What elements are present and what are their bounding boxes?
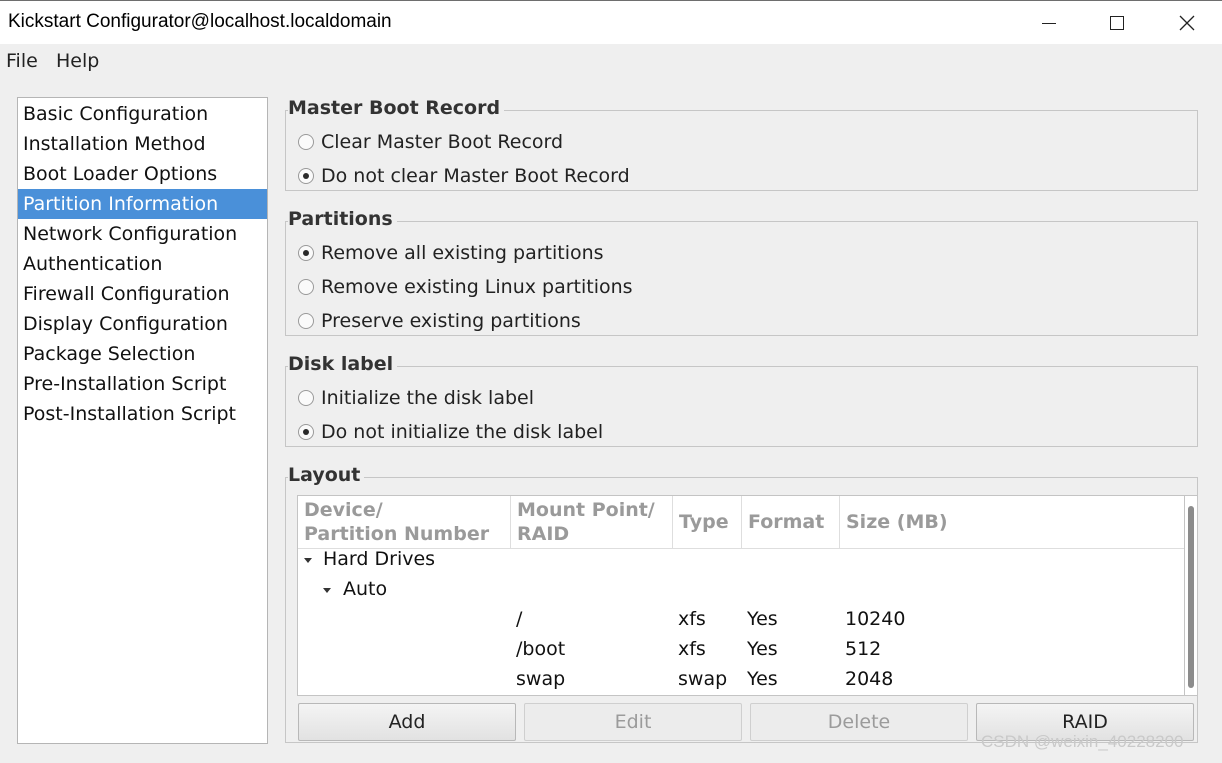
row-2-type[interactable]: swap [678,668,727,690]
partitions-option-remove-all-label: Remove all existing partitions [321,242,604,264]
radio-icon[interactable] [298,313,314,329]
column-header-mount-point[interactable]: Mount Point/ RAID [511,496,673,549]
edit-button[interactable]: Edit [524,703,742,741]
partitions-option-preserve[interactable]: Preserve existing partitions [298,308,581,334]
radio-checked-icon[interactable] [298,168,314,184]
close-button[interactable] [1164,1,1210,45]
mbr-option-clear-label: Clear Master Boot Record [321,131,564,153]
mbr-option-clear[interactable]: Clear Master Boot Record [298,129,563,155]
maximize-icon [1110,16,1124,30]
row-2-mount-point[interactable]: swap [516,668,565,690]
column-header-device[interactable]: Device/ Partition Number [298,496,511,549]
radio-icon[interactable] [298,134,314,150]
watermark-text: CSDN @weixin_40228200 [981,732,1184,751]
mbr-option-do-not-clear-label: Do not clear Master Boot Record [321,165,630,187]
partitions-option-remove-linux-label: Remove existing Linux partitions [321,276,633,298]
disk-label-option-initialize-label: Initialize the disk label [321,387,535,409]
row-2-format[interactable]: Yes [747,668,778,690]
disk-label-group-title: Disk label [288,353,398,375]
disk-label-option-do-not-initialize[interactable]: Do not initialize the disk label [298,419,603,445]
row-0-size[interactable]: 10240 [845,608,905,630]
radio-icon[interactable] [298,279,314,295]
tree-scrollbar[interactable] [1185,495,1197,696]
partition-tree[interactable]: Device/ Partition Number Mount Point/ RA… [297,495,1185,696]
window-title: Kickstart Configurator@localhost.localdo… [8,11,392,32]
expander-down-icon[interactable] [304,558,312,563]
sidebar-item-pre-installation-script[interactable]: Pre-Installation Script [18,369,267,399]
row-1-mount-point[interactable]: /boot [516,638,565,660]
sidebar-item-boot-loader-options[interactable]: Boot Loader Options [18,159,267,189]
minimize-button[interactable] [1026,1,1072,45]
title-bar: Kickstart Configurator@localhost.localdo… [0,0,1222,44]
sidebar: Basic Configuration Installation Method … [17,97,268,744]
layout-group-title: Layout [288,464,365,486]
row-0-mount-point[interactable]: / [516,608,522,630]
row-1-type[interactable]: xfs [678,638,706,660]
row-0-format[interactable]: Yes [747,608,778,630]
menu-file[interactable]: File [6,50,38,72]
sidebar-item-authentication[interactable]: Authentication [18,249,267,279]
tree-node-hard-drives[interactable]: Hard Drives [323,548,435,570]
sidebar-item-package-selection[interactable]: Package Selection [18,339,267,369]
radio-checked-icon[interactable] [298,245,314,261]
partitions-option-remove-all[interactable]: Remove all existing partitions [298,240,604,266]
sidebar-item-partition-information[interactable]: Partition Information [18,189,267,219]
row-1-format[interactable]: Yes [747,638,778,660]
sidebar-item-basic-configuration[interactable]: Basic Configuration [18,99,267,129]
disk-label-option-initialize[interactable]: Initialize the disk label [298,385,534,411]
minimize-icon [1042,22,1056,24]
radio-icon[interactable] [298,390,314,406]
add-button[interactable]: Add [298,703,516,741]
row-2-size[interactable]: 2048 [845,668,893,690]
partitions-option-remove-linux[interactable]: Remove existing Linux partitions [298,274,633,300]
delete-button[interactable]: Delete [750,703,968,741]
partitions-group-title: Partitions [288,208,397,230]
column-header-format[interactable]: Format [742,496,840,549]
maximize-button[interactable] [1094,1,1140,45]
disk-label-option-do-not-initialize-label: Do not initialize the disk label [321,421,604,443]
expander-down-icon[interactable] [323,588,331,593]
sidebar-item-post-installation-script[interactable]: Post-Installation Script [18,399,267,429]
radio-checked-icon[interactable] [298,424,314,440]
tree-node-auto[interactable]: Auto [343,578,387,600]
sidebar-item-installation-method[interactable]: Installation Method [18,129,267,159]
scrollbar-thumb[interactable] [1188,506,1194,688]
partitions-option-preserve-label: Preserve existing partitions [321,310,581,332]
menu-help[interactable]: Help [56,50,99,72]
sidebar-item-network-configuration[interactable]: Network Configuration [18,219,267,249]
row-1-size[interactable]: 512 [845,638,881,660]
close-icon [1179,15,1195,31]
mbr-option-do-not-clear[interactable]: Do not clear Master Boot Record [298,163,630,189]
column-header-type[interactable]: Type [673,496,742,549]
column-header-size[interactable]: Size (MB) [840,496,1184,549]
sidebar-item-firewall-configuration[interactable]: Firewall Configuration [18,279,267,309]
row-0-type[interactable]: xfs [678,608,706,630]
mbr-group-title: Master Boot Record [288,97,505,119]
menu-bar: File Help [0,44,1222,78]
sidebar-item-display-configuration[interactable]: Display Configuration [18,309,267,339]
